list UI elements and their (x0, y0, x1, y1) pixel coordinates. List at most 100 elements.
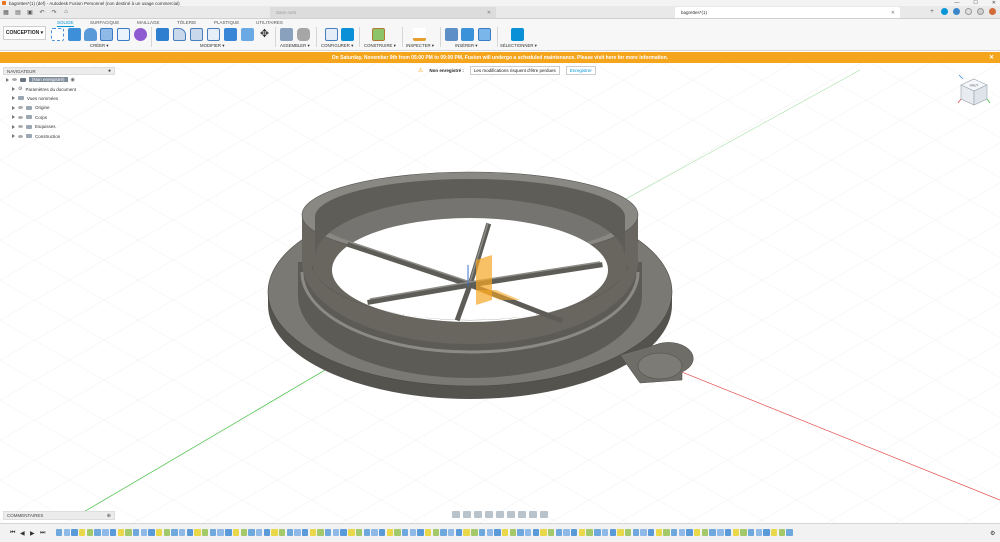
redo-icon[interactable]: ↷ (50, 8, 58, 16)
look-at-icon[interactable] (463, 511, 471, 518)
revolve-icon[interactable] (84, 28, 97, 41)
fit-icon[interactable] (507, 511, 515, 518)
timeline-feature-icon[interactable] (655, 529, 663, 536)
expand-icon[interactable] (6, 77, 9, 82)
activate-icon[interactable]: ◉ (71, 77, 75, 83)
insert-mesh-icon[interactable] (461, 28, 474, 41)
tab-maillage[interactable]: MAILLAGE (137, 20, 160, 25)
timeline-feature-icon[interactable] (194, 529, 201, 536)
timeline-feature-icon[interactable] (678, 529, 686, 536)
timeline-feature-icon[interactable] (109, 529, 117, 536)
move-icon[interactable]: ✥ (258, 28, 271, 41)
expand-icon[interactable] (12, 105, 15, 110)
insert-derive-icon[interactable] (445, 28, 458, 41)
tab-plastique[interactable]: PLASTIQUE (214, 20, 239, 25)
add-tab-icon[interactable]: + (928, 8, 936, 16)
timeline-feature-icon[interactable] (778, 529, 786, 536)
timeline-feature-icon[interactable] (56, 529, 63, 536)
timeline-feature-icon[interactable] (455, 529, 463, 536)
configuration-table-icon[interactable] (341, 28, 354, 41)
file-menu-icon[interactable]: ▤ (14, 8, 22, 16)
timeline-feature-icon[interactable] (501, 529, 509, 536)
timeline-feature-icon[interactable] (786, 529, 793, 536)
workspace-switcher[interactable]: CONCEPTION ▾ (3, 26, 46, 40)
timeline-feature-icon[interactable] (348, 529, 355, 536)
group-construire[interactable]: CONSTRUIRE ▾ (364, 43, 396, 49)
timeline-feature-icon[interactable] (325, 529, 332, 536)
group-inspecter[interactable]: INSPECTER ▾ (406, 43, 434, 49)
design-canvas[interactable] (0, 63, 1000, 523)
expand-icon[interactable] (12, 96, 15, 101)
viewcube[interactable]: HAUT (957, 73, 991, 111)
timeline-feature-icon[interactable] (171, 529, 178, 536)
timeline-feature-icon[interactable] (640, 529, 647, 536)
undo-icon[interactable]: ↶ (38, 8, 46, 16)
measure-icon[interactable] (413, 28, 426, 41)
tree-item-origine[interactable]: Origine (3, 103, 115, 112)
pattern-icon[interactable] (117, 28, 130, 41)
timeline-feature-icon[interactable] (332, 529, 340, 536)
timeline-feature-icon[interactable] (747, 529, 755, 536)
first-step-icon[interactable]: ⏮ (10, 530, 15, 537)
visibility-eye-icon[interactable] (18, 115, 23, 119)
canvas-viewport[interactable]: ⚠ Non enregistré : Les modifications ris… (0, 63, 1000, 523)
timeline-settings-icon[interactable]: ⚙ (990, 530, 995, 537)
tab-tolerie[interactable]: TÔLERIE (177, 20, 196, 25)
close-tab-icon[interactable]: ✕ (891, 10, 895, 16)
timeline-feature-icon[interactable] (563, 529, 570, 536)
timeline-feature-icon[interactable] (709, 529, 716, 536)
group-inserer[interactable]: INSÉRER ▾ (455, 43, 477, 49)
timeline-feature-icon[interactable] (79, 529, 86, 536)
save-now-button[interactable]: Enregistrer (565, 66, 596, 75)
browser-header[interactable]: NAVIGATEUR ● (3, 67, 115, 75)
group-selectionner[interactable]: SÉLECTIONNER ▾ (500, 43, 537, 49)
timeline-feature-icon[interactable] (763, 529, 770, 536)
timeline-feature-icon[interactable] (363, 529, 370, 536)
timeline-feature-icon[interactable] (286, 529, 294, 536)
grid-menu-icon[interactable]: ▦ (2, 8, 10, 16)
form-icon[interactable] (134, 28, 147, 41)
timeline-feature-icon[interactable] (255, 529, 263, 536)
zoom-window-icon[interactable] (496, 511, 504, 518)
press-pull-icon[interactable] (156, 28, 169, 41)
orbit-icon[interactable] (452, 511, 460, 518)
viewcube-home-icon[interactable] (958, 74, 964, 80)
timeline-feature-icon[interactable] (717, 529, 724, 536)
chamfer-icon[interactable] (190, 28, 203, 41)
play-icon[interactable]: ▶ (30, 530, 35, 537)
timeline-feature-icon[interactable] (263, 529, 270, 536)
replace-face-icon[interactable] (241, 28, 254, 41)
fillet-icon[interactable] (173, 28, 186, 41)
previous-step-icon[interactable]: ◀ (20, 530, 25, 537)
timeline-feature-icon[interactable] (532, 529, 540, 536)
timeline-feature-icon[interactable] (232, 529, 240, 536)
save-icon[interactable]: ▣ (26, 8, 34, 16)
tab-surfacique[interactable]: SURFACIQUE (90, 20, 119, 25)
timeline-feature-icon[interactable] (409, 529, 417, 536)
timeline-feature-icon[interactable] (401, 529, 409, 536)
configure-icon[interactable] (325, 28, 338, 41)
timeline-feature-icon[interactable] (686, 529, 693, 536)
timeline-feature-icon[interactable] (471, 529, 478, 536)
timeline-feature-icon[interactable] (755, 529, 762, 536)
ring-model[interactable] (267, 171, 694, 399)
timeline-feature-icon[interactable] (94, 529, 101, 536)
help-icon[interactable] (977, 8, 984, 15)
home-icon[interactable]: ⌂ (62, 8, 70, 16)
timeline-feature-icon[interactable] (217, 529, 224, 536)
tree-item-corps[interactable]: Corps (3, 113, 115, 122)
pin-icon[interactable]: ● (108, 68, 111, 74)
extensions-icon[interactable] (941, 8, 948, 15)
timeline-feature-icon[interactable] (432, 529, 440, 536)
timeline-feature-icon[interactable] (340, 529, 347, 536)
timeline-feature-icon[interactable] (671, 529, 678, 536)
timeline-feature-icon[interactable] (524, 529, 532, 536)
timeline-feature-icon[interactable] (624, 529, 632, 536)
timeline-feature-icon[interactable] (517, 529, 524, 536)
timeline-feature-icon[interactable] (317, 529, 324, 536)
group-assembler[interactable]: ASSEMBLER ▾ (280, 43, 310, 49)
timeline-feature-icon[interactable] (601, 529, 609, 536)
comments-panel[interactable]: COMMENTAIRES ⊕ (3, 511, 115, 520)
notifications-icon[interactable] (965, 8, 972, 15)
tree-item-parametres[interactable]: ⚙ Paramètres du document (3, 84, 115, 93)
